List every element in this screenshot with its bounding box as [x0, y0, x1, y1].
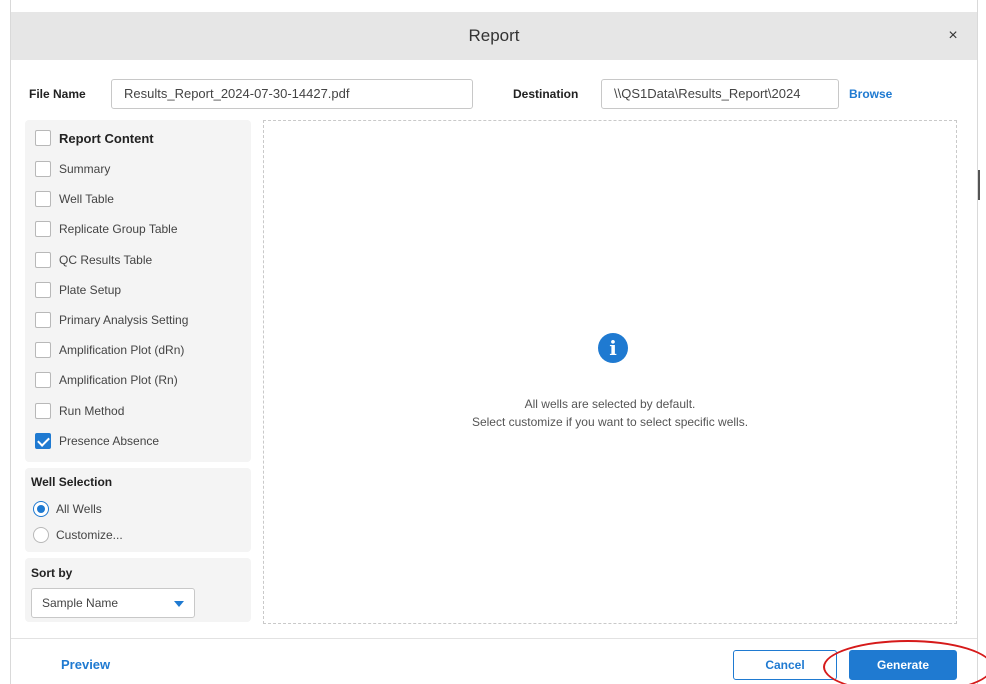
- file-name-label: File Name: [29, 87, 86, 101]
- report-item-label: Plate Setup: [59, 283, 122, 297]
- report-item-summary[interactable]: Summary: [35, 159, 110, 179]
- radio-all-wells[interactable]: All Wells: [33, 500, 102, 518]
- report-item-label: Amplification Plot (dRn): [59, 343, 185, 357]
- well-selection-title: Well Selection: [31, 475, 113, 489]
- radio-customize[interactable]: Customize...: [33, 526, 123, 544]
- report-item-amplification-plot-drn[interactable]: Amplification Plot (dRn): [35, 340, 184, 360]
- checkbox[interactable]: [35, 342, 51, 358]
- report-preview-area: i All wells are selected by default. Sel…: [263, 120, 957, 624]
- report-item-run-method[interactable]: Run Method: [35, 401, 124, 421]
- sort-by-value: Sample Name: [42, 596, 119, 610]
- report-item-replicate-group-table[interactable]: Replicate Group Table: [35, 219, 178, 239]
- checkbox[interactable]: [35, 312, 51, 328]
- checkbox[interactable]: [35, 372, 51, 388]
- radio-button[interactable]: [33, 527, 49, 543]
- checkbox[interactable]: [35, 403, 51, 419]
- report-item-label: Run Method: [59, 404, 125, 418]
- generate-button[interactable]: Generate: [849, 650, 957, 680]
- destination-label: Destination: [513, 87, 579, 101]
- report-content-title: Report Content: [59, 130, 154, 146]
- report-item-label: Well Table: [59, 192, 114, 206]
- checkbox[interactable]: [35, 191, 51, 207]
- report-dialog: Report × File Name Results_Report_2024-0…: [10, 0, 986, 684]
- checkbox[interactable]: [35, 221, 51, 237]
- radio-label: Customize...: [56, 528, 123, 542]
- well-selection-panel: Well Selection All Wells Customize...: [25, 468, 251, 552]
- sort-by-title: Sort by: [31, 566, 73, 580]
- file-name-input[interactable]: Results_Report_2024-07-30-14427.pdf: [111, 79, 473, 109]
- checkbox[interactable]: [35, 282, 51, 298]
- report-item-primary-analysis-setting[interactable]: Primary Analysis Setting: [35, 310, 188, 330]
- report-content-panel: Report Content Summary Well Table Replic…: [25, 120, 251, 462]
- report-item-amplification-plot-rn[interactable]: Amplification Plot (Rn): [35, 370, 178, 390]
- cancel-button[interactable]: Cancel: [733, 650, 837, 680]
- report-item-label: Primary Analysis Setting: [59, 313, 189, 327]
- report-item-well-table[interactable]: Well Table: [35, 189, 114, 209]
- checkbox[interactable]: [35, 252, 51, 268]
- file-row: File Name Results_Report_2024-07-30-1442…: [11, 78, 977, 110]
- report-item-label: QC Results Table: [59, 253, 153, 267]
- report-item-presence-absence[interactable]: Presence Absence: [35, 431, 159, 451]
- checkbox[interactable]: [35, 161, 51, 177]
- report-content-checkbox[interactable]: [35, 130, 51, 146]
- browse-button[interactable]: Browse: [849, 78, 892, 110]
- report-content-header[interactable]: Report Content: [35, 128, 154, 148]
- sort-by-select[interactable]: Sample Name: [31, 588, 195, 618]
- checkbox-checked[interactable]: [35, 433, 51, 449]
- report-item-label: Amplification Plot (Rn): [59, 373, 178, 387]
- close-button[interactable]: ×: [943, 26, 963, 46]
- report-item-label: Summary: [59, 162, 111, 176]
- destination-input[interactable]: \\QS1Data\Results_Report\2024: [601, 79, 839, 109]
- report-item-plate-setup[interactable]: Plate Setup: [35, 280, 121, 300]
- preview-button[interactable]: Preview: [61, 657, 110, 672]
- preview-message-line2: Select customize if you want to select s…: [471, 415, 749, 429]
- window-edge-mark: [978, 170, 980, 200]
- dialog-title: Report: [468, 26, 520, 45]
- radio-label: All Wells: [56, 502, 102, 516]
- info-icon: i: [598, 333, 628, 363]
- dialog-titlebar: Report ×: [11, 12, 977, 60]
- footer-divider: [11, 638, 977, 639]
- preview-message-line1: All wells are selected by default.: [524, 397, 696, 411]
- chevron-down-icon: [174, 601, 184, 607]
- radio-button-selected[interactable]: [33, 501, 49, 517]
- report-item-label: Replicate Group Table: [59, 222, 178, 236]
- report-item-qc-results-table[interactable]: QC Results Table: [35, 250, 152, 270]
- report-item-label: Presence Absence: [59, 434, 160, 448]
